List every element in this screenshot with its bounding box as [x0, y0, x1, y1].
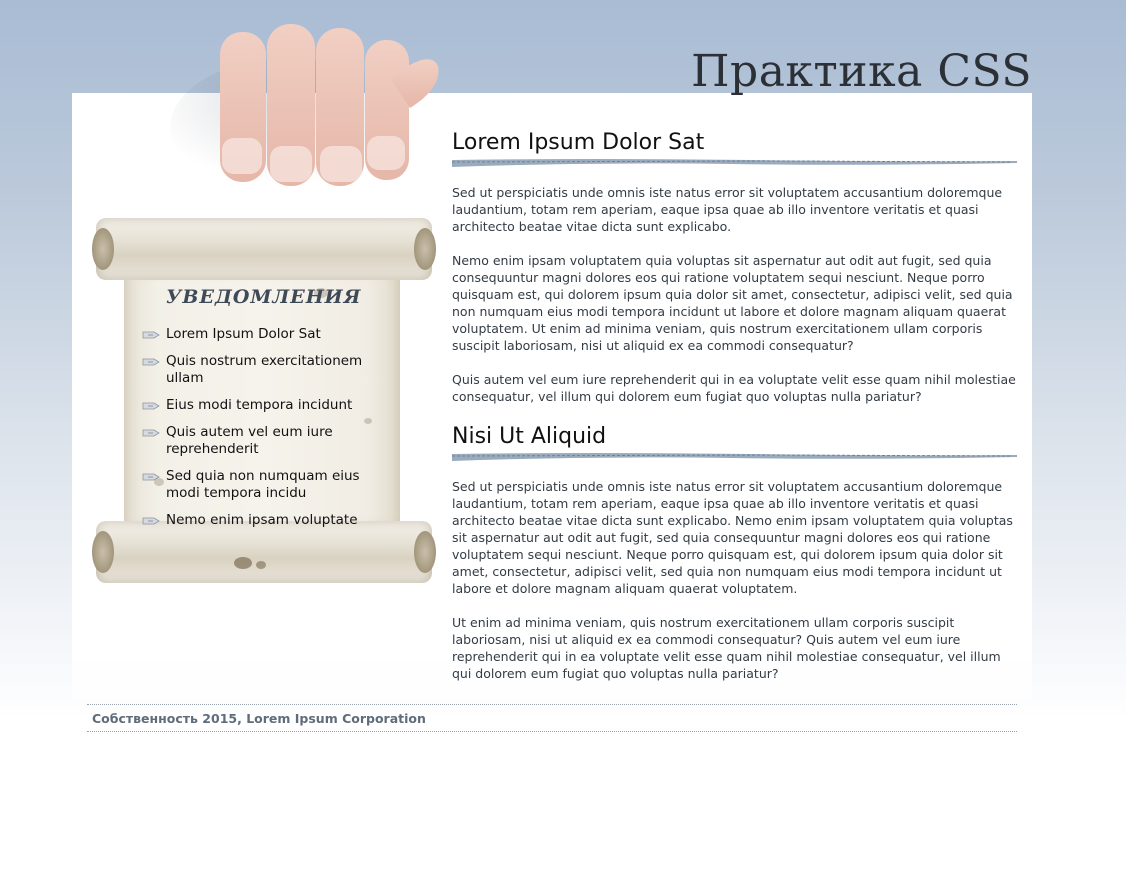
notification-item[interactable]: Quis autem vel eum iure reprehenderit: [140, 424, 390, 458]
notifications-title: УВЕДОМЛЕНИЯ: [166, 286, 362, 308]
notification-item-label: Eius modi tempora incidunt: [166, 397, 353, 413]
arrow-bullet-icon: [142, 402, 160, 410]
arrow-bullet-icon: [142, 517, 160, 525]
scroll-top-roll: [92, 218, 436, 280]
section-paragraph: Nemo enim ipsam voluptatem quia voluptas…: [452, 253, 1013, 353]
section-heading: Nisi Ut Aliquid: [452, 424, 607, 449]
notification-item[interactable]: Eius modi tempora incidunt: [140, 397, 390, 414]
hand-illustration: [160, 18, 450, 218]
notification-item[interactable]: Nemo enim ipsam voluptate: [140, 512, 390, 529]
arrow-bullet-icon: [142, 358, 160, 366]
notifications-list: Lorem Ipsum Dolor Sat Quis nostrum exerc…: [140, 326, 390, 539]
arrow-bullet-icon: [142, 429, 160, 437]
notification-item-label: Quis autem vel eum iure reprehenderit: [166, 424, 333, 457]
site-title: Практика CSS: [691, 46, 1032, 97]
section-heading: Lorem Ipsum Dolor Sat: [452, 130, 705, 155]
notification-item[interactable]: Quis nostrum exercitationem ullam: [140, 353, 390, 387]
section-paragraph: Ut enim ad minima veniam, quis nostrum e…: [452, 615, 1001, 681]
notification-item-label: Quis nostrum exercitationem ullam: [166, 353, 363, 386]
section-paragraph: Sed ut perspiciatis unde omnis iste natu…: [452, 479, 1013, 596]
notification-item-label: Sed quia non numquam eius modi tempora i…: [166, 468, 360, 501]
notification-item-label: Nemo enim ipsam voluptate: [166, 512, 358, 528]
arrow-bullet-icon: [142, 331, 160, 339]
brush-divider: [452, 159, 1017, 167]
notification-item[interactable]: Lorem Ipsum Dolor Sat: [140, 326, 390, 343]
arrow-bullet-icon: [142, 473, 160, 481]
footer-copyright: Собственность 2015, Lorem Ipsum Corporat…: [92, 711, 426, 726]
section-paragraph: Sed ut perspiciatis unde omnis iste natu…: [452, 185, 1003, 234]
footer: Собственность 2015, Lorem Ipsum Corporat…: [87, 704, 1017, 732]
main-content: Lorem Ipsum Dolor Sat Sed ut perspiciati…: [452, 128, 1017, 699]
section-paragraph: Quis autem vel eum iure reprehenderit qu…: [452, 372, 1016, 404]
notification-item[interactable]: Sed quia non numquam eius modi tempora i…: [140, 468, 390, 502]
notification-item-label: Lorem Ipsum Dolor Sat: [166, 326, 321, 342]
brush-divider: [452, 453, 1017, 461]
